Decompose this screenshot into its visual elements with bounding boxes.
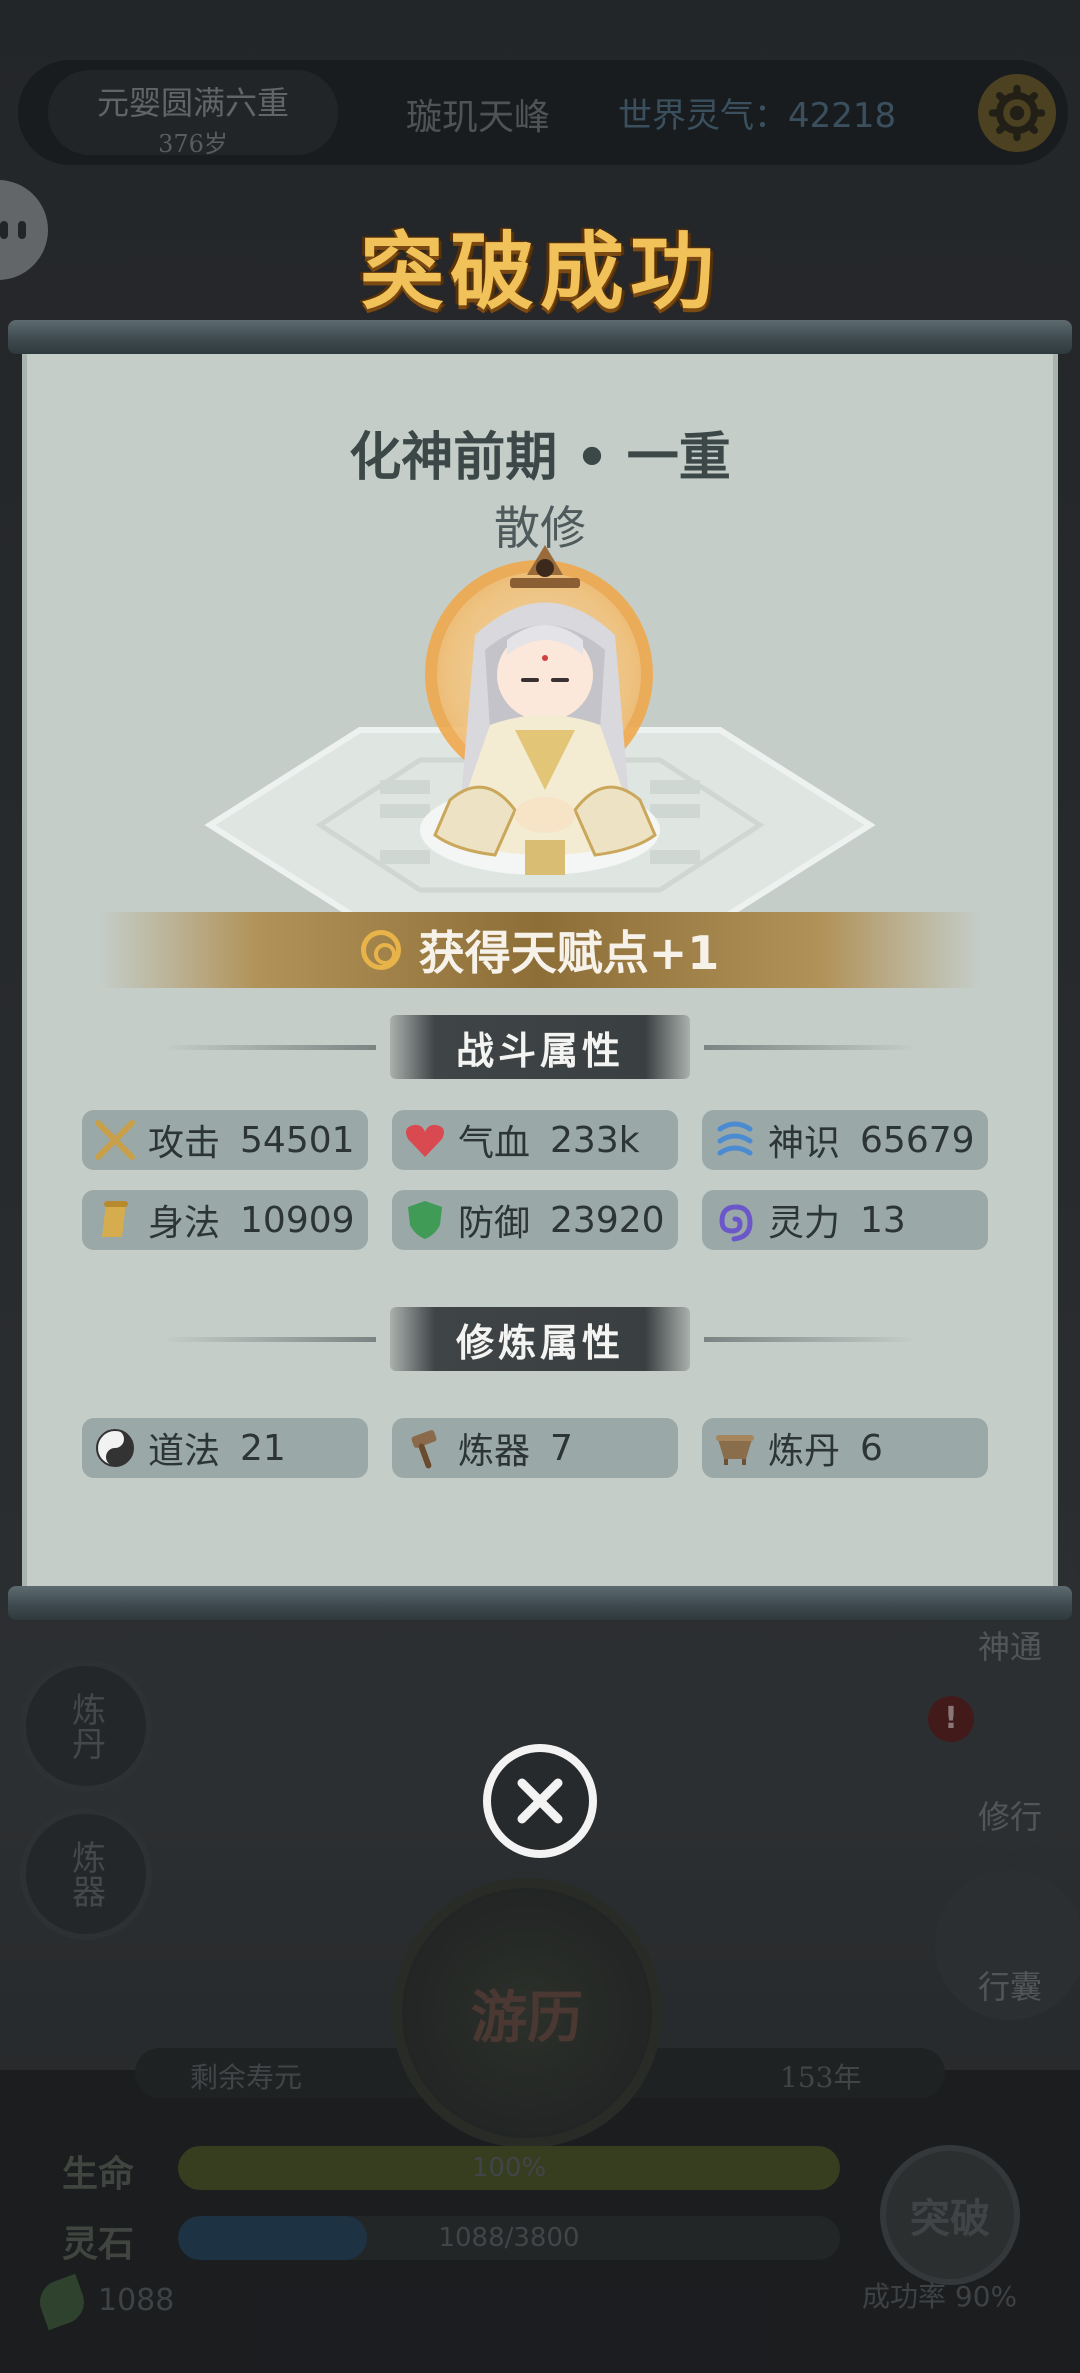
stat-defense: 防御 23920 (392, 1190, 678, 1250)
divider-line (704, 1044, 916, 1050)
stat-name: 炼器 (458, 1431, 531, 1472)
combat-header-text: 战斗属性 (455, 1028, 624, 1073)
stat-value: 23920 (550, 1199, 665, 1241)
stat-attack: 攻击 54501 (82, 1110, 368, 1170)
stat-name: 灵力 (768, 1203, 841, 1244)
stat-agility: 身法 10909 (82, 1190, 368, 1250)
close-modal-button[interactable] (483, 1744, 597, 1858)
stat-spirit-power: 灵力 13 (702, 1190, 988, 1250)
cultivation-header-ink: 修炼属性 (390, 1307, 690, 1371)
stat-name: 神识 (768, 1123, 841, 1164)
stat-forging: 炼器 7 (392, 1418, 678, 1478)
stat-name: 身法 (148, 1203, 221, 1244)
stat-name: 炼丹 (768, 1431, 841, 1472)
yin-yang-icon (92, 1425, 138, 1471)
stat-alchemy: 炼丹 6 (702, 1418, 988, 1478)
cultivator-character-icon (433, 545, 657, 875)
combat-stats-grid: 攻击 54501 气血 233k 神识 65679 身法 10909 防御 23… (82, 1110, 988, 1250)
stat-value: 54501 (240, 1119, 355, 1161)
modal-title: 突破成功 (359, 222, 720, 321)
scroll-icon (92, 1197, 138, 1243)
divider-line (164, 1336, 376, 1342)
divider-line (704, 1336, 916, 1342)
cauldron-icon (712, 1425, 758, 1471)
stat-name: 道法 (148, 1431, 221, 1472)
cultivation-stats-header: 修炼属性 (150, 1302, 930, 1376)
stat-dao: 道法 21 (82, 1418, 368, 1478)
talent-swirl-icon (360, 930, 401, 970)
scroll-rod-bottom (8, 1586, 1072, 1620)
stat-value: 65679 (860, 1119, 975, 1161)
combat-stats-header: 战斗属性 (150, 1010, 930, 1084)
talent-reward-banner: 获得天赋点+1 (100, 912, 980, 988)
combat-header-ink: 战斗属性 (390, 1015, 690, 1079)
stat-name: 防御 (458, 1203, 531, 1244)
stat-hp: 气血 233k (392, 1110, 678, 1170)
new-realm-title: 化神前期 • 一重 (349, 428, 731, 488)
stat-name: 攻击 (148, 1123, 221, 1164)
stat-value: 6 (860, 1427, 883, 1469)
shield-icon (402, 1197, 448, 1243)
spiral-icon (712, 1197, 758, 1243)
close-icon (517, 1778, 563, 1824)
stat-value: 233k (550, 1119, 640, 1161)
hammer-icon (402, 1425, 448, 1471)
stat-value: 7 (550, 1427, 573, 1469)
cultivation-stats-grid: 道法 21 炼器 7 炼丹 6 (82, 1418, 988, 1478)
stat-name: 气血 (458, 1123, 531, 1164)
stat-value: 10909 (240, 1199, 355, 1241)
talent-reward-text: 获得天赋点+1 (418, 926, 720, 980)
heart-icon (402, 1117, 448, 1163)
spirit-swirl-icon (712, 1117, 758, 1163)
stat-value: 13 (860, 1199, 906, 1241)
divider-line (164, 1044, 376, 1050)
crossed-swords-icon (92, 1117, 138, 1163)
stat-value: 21 (240, 1427, 286, 1469)
cultivation-header-text: 修炼属性 (455, 1320, 624, 1365)
scroll-rod-top (8, 320, 1072, 354)
stat-divine-sense: 神识 65679 (702, 1110, 988, 1170)
